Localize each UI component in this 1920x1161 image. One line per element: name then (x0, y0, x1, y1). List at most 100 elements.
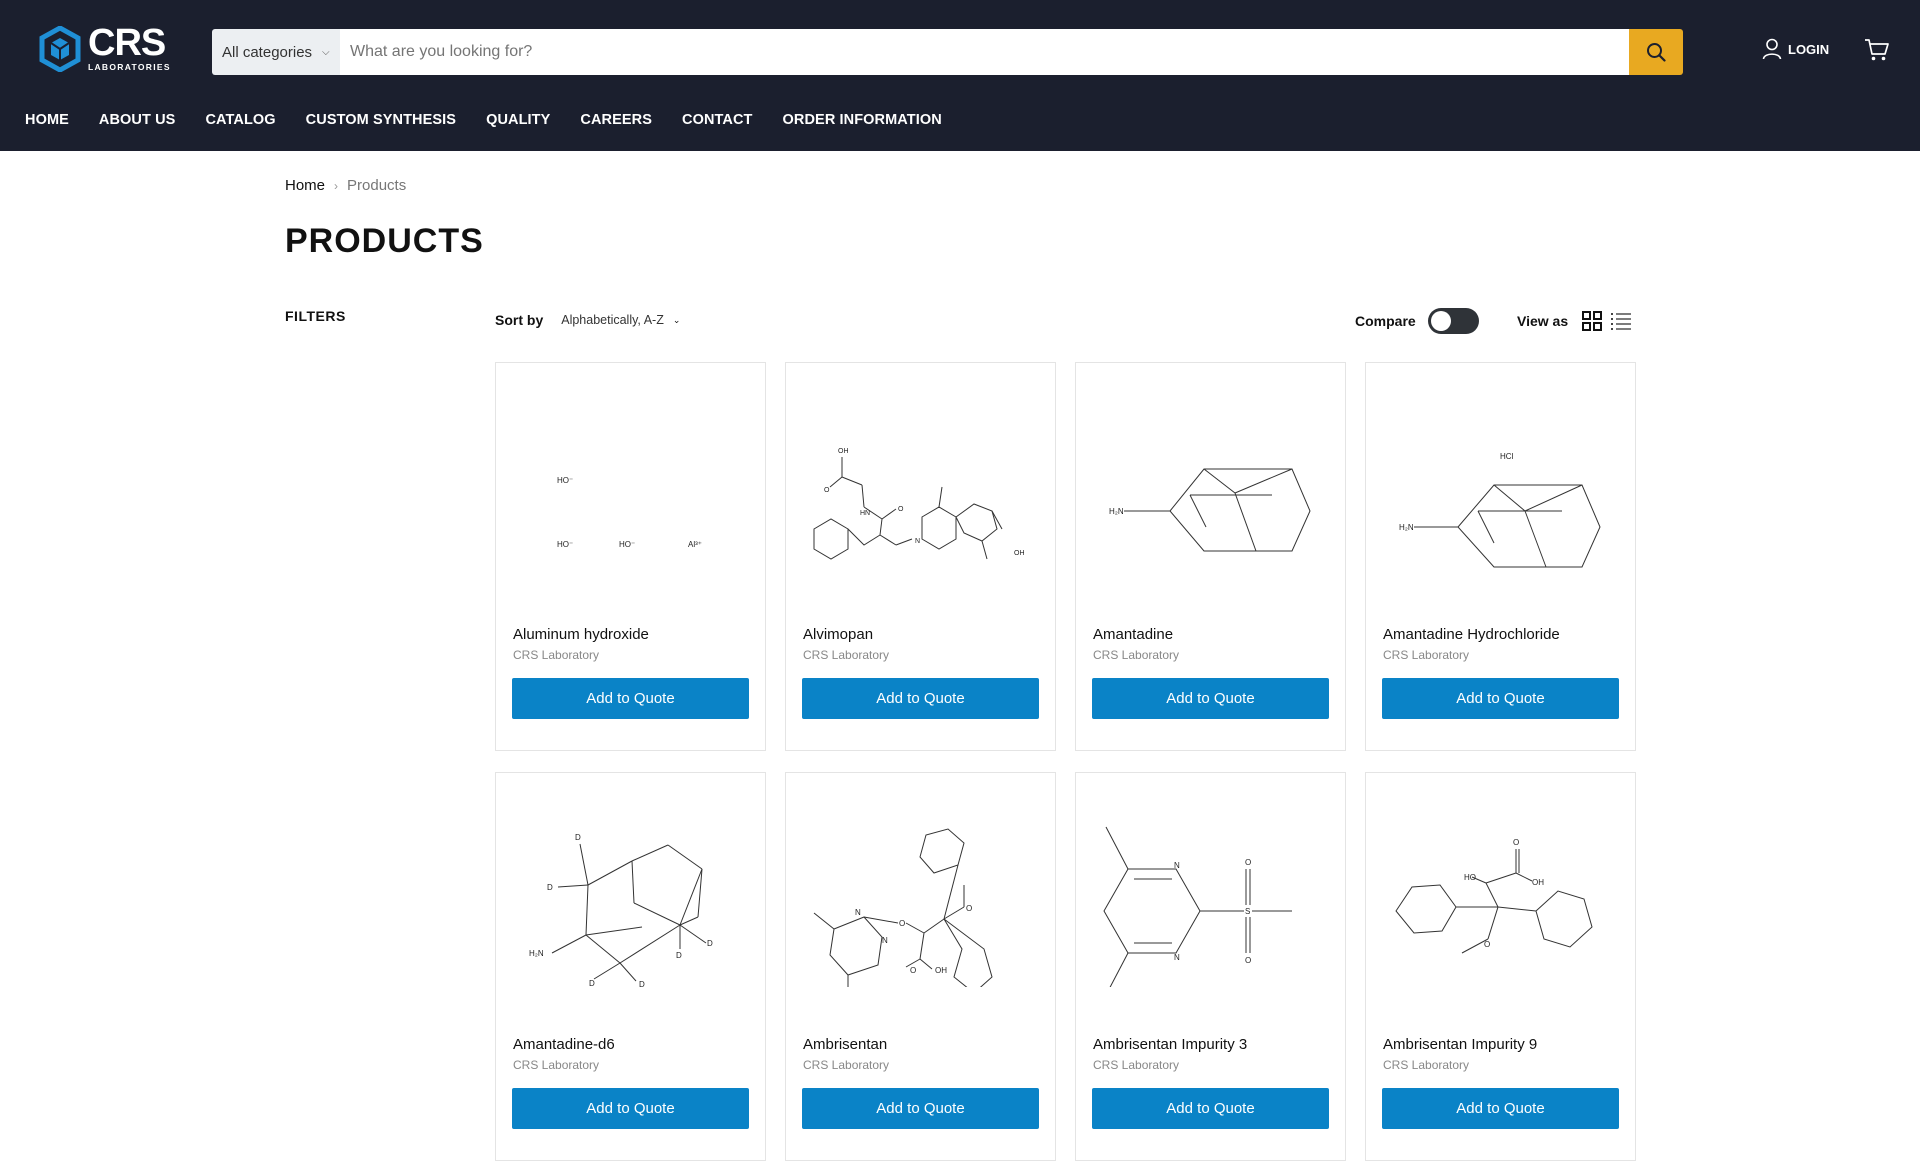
main-nav: HOME ABOUT US CATALOG CUSTOM SYNTHESIS Q… (25, 112, 972, 128)
product-card[interactable]: HO⁻ HO⁻ HO⁻ Al³⁺ Aluminum hydroxide CRS … (495, 362, 766, 751)
header-bar: CRS LABORATORIES All categories ⌵ LOGIN (0, 0, 1920, 151)
structure-label: D (589, 979, 595, 987)
product-title[interactable]: Ambrisentan Impurity 3 (1093, 1036, 1247, 1053)
product-card[interactable]: HCl H₂N Amantadine Hydrochloride CRS Lab… (1365, 362, 1636, 751)
search-button[interactable] (1629, 29, 1683, 75)
add-to-quote-button[interactable]: Add to Quote (512, 1088, 749, 1129)
product-vendor: CRS Laboratory (803, 1058, 890, 1072)
structure-label: Al³⁺ (688, 540, 702, 549)
nav-home[interactable]: HOME (25, 112, 69, 128)
structure-label: HO (1464, 873, 1476, 882)
add-to-quote-button[interactable]: Add to Quote (1382, 678, 1619, 719)
nav-catalog[interactable]: CATALOG (205, 112, 275, 128)
sort-control[interactable]: Sort by Alphabetically, A-Z ⌄ (495, 312, 680, 328)
product-vendor: CRS Laboratory (1093, 648, 1180, 662)
structure-label: H₂N (529, 949, 544, 958)
logo-text: CRS (88, 22, 166, 64)
product-vendor: CRS Laboratory (1383, 1058, 1470, 1072)
nav-custom-synthesis[interactable]: CUSTOM SYNTHESIS (306, 112, 456, 128)
product-image[interactable]: N N O S O (1092, 787, 1330, 987)
structure-label: S (1245, 907, 1250, 916)
product-image[interactable]: HO⁻ HO⁻ HO⁻ Al³⁺ (512, 377, 750, 577)
structure-label: D (676, 951, 682, 960)
structure-label: O (824, 487, 830, 494)
product-title[interactable]: Amantadine Hydrochloride (1383, 626, 1560, 643)
product-card[interactable]: D D H₂N D D D D Amantadine-d6 CRS Labora… (495, 772, 766, 1161)
product-image[interactable]: N N O O O OH (802, 787, 1040, 987)
add-to-quote-button[interactable]: Add to Quote (1092, 1088, 1329, 1129)
nav-quality[interactable]: QUALITY (486, 112, 550, 128)
cart-button[interactable] (1864, 38, 1890, 67)
product-title[interactable]: Amantadine-d6 (513, 1036, 615, 1053)
structure-label: HCl (1500, 452, 1514, 461)
page-title: PRODUCTS (285, 222, 484, 260)
chevron-down-icon: ⌵ (322, 46, 330, 58)
structure-label: O (966, 904, 972, 913)
add-to-quote-button[interactable]: Add to Quote (1382, 1088, 1619, 1129)
structure-label: O (1513, 838, 1519, 847)
product-title[interactable]: Aluminum hydroxide (513, 626, 649, 643)
sort-label: Sort by (495, 312, 544, 328)
add-to-quote-button[interactable]: Add to Quote (512, 678, 749, 719)
structure-label: O (899, 919, 905, 928)
product-vendor: CRS Laboratory (803, 648, 890, 662)
list-view-icon[interactable] (1610, 311, 1632, 331)
structure-label: N (1174, 953, 1180, 962)
compare-control: Compare (1355, 308, 1479, 334)
product-vendor: CRS Laboratory (1093, 1058, 1180, 1072)
compare-label: Compare (1355, 313, 1416, 329)
structure-label: D (639, 980, 645, 987)
nav-contact[interactable]: CONTACT (682, 112, 753, 128)
product-title[interactable]: Alvimopan (803, 626, 873, 643)
product-card[interactable]: HO O OH O Ambrisentan Impurity 9 CRS Lab… (1365, 772, 1636, 1161)
structure-label: H₂N (1109, 507, 1124, 516)
product-title[interactable]: Ambrisentan Impurity 9 (1383, 1036, 1537, 1053)
product-image[interactable]: H₂N (1092, 377, 1330, 577)
product-card[interactable]: N N O S O Ambrisentan Impurity 3 CRS Lab… (1075, 772, 1346, 1161)
product-image[interactable]: HCl H₂N (1382, 377, 1620, 577)
product-image[interactable]: HO O OH O (1382, 787, 1620, 987)
nav-order-information[interactable]: ORDER INFORMATION (783, 112, 942, 128)
breadcrumb-current: Products (347, 177, 407, 194)
structure-label: O (910, 966, 916, 975)
structure-label: O (1484, 940, 1490, 949)
add-to-quote-button[interactable]: Add to Quote (1092, 678, 1329, 719)
product-vendor: CRS Laboratory (1383, 648, 1470, 662)
breadcrumb-home[interactable]: Home (285, 177, 325, 194)
add-to-quote-button[interactable]: Add to Quote (802, 678, 1039, 719)
user-icon (1762, 38, 1782, 60)
product-card[interactable]: OH O HN O N OH Alvimopan CRS Laboratory … (785, 362, 1056, 751)
search-bar: All categories ⌵ (212, 29, 1683, 75)
crs-logo[interactable]: CRS LABORATORIES (38, 24, 171, 74)
structure-label: O (1245, 956, 1251, 965)
product-card[interactable]: N N O O O OH Ambrisentan CRS Laboratory … (785, 772, 1056, 1161)
login-link[interactable]: LOGIN (1762, 38, 1829, 60)
compare-toggle[interactable] (1427, 308, 1479, 334)
structure-label: OH (838, 448, 849, 455)
hexagon-logo-icon (39, 26, 81, 72)
chevron-down-icon: ⌄ (672, 314, 681, 325)
logo-subtext: LABORATORIES (88, 62, 171, 72)
structure-label: OH (1532, 878, 1544, 887)
product-image[interactable]: D D H₂N D D D D (512, 787, 750, 987)
cart-icon (1865, 39, 1889, 61)
structure-label: D (547, 883, 553, 892)
structure-label: OH (1014, 550, 1025, 557)
product-card[interactable]: H₂N Amantadine CRS Laboratory Add to Quo… (1075, 362, 1346, 751)
nav-careers[interactable]: CAREERS (580, 112, 652, 128)
product-image[interactable]: OH O HN O N OH (802, 377, 1040, 577)
sort-select[interactable]: Alphabetically, A-Z (561, 313, 664, 327)
structure-label: D (707, 939, 713, 948)
category-select-value: All categories (222, 43, 313, 61)
add-to-quote-button[interactable]: Add to Quote (802, 1088, 1039, 1129)
search-input[interactable] (340, 29, 1629, 75)
grid-view-icon[interactable] (1582, 311, 1603, 331)
product-title[interactable]: Amantadine (1093, 626, 1173, 643)
search-icon (1647, 43, 1666, 62)
breadcrumb: Home › Products (285, 177, 406, 194)
nav-about-us[interactable]: ABOUT US (99, 112, 176, 128)
chevron-right-icon: › (334, 178, 339, 193)
structure-label: N (915, 538, 920, 545)
product-title[interactable]: Ambrisentan (803, 1036, 887, 1053)
category-select[interactable]: All categories ⌵ (212, 29, 340, 75)
